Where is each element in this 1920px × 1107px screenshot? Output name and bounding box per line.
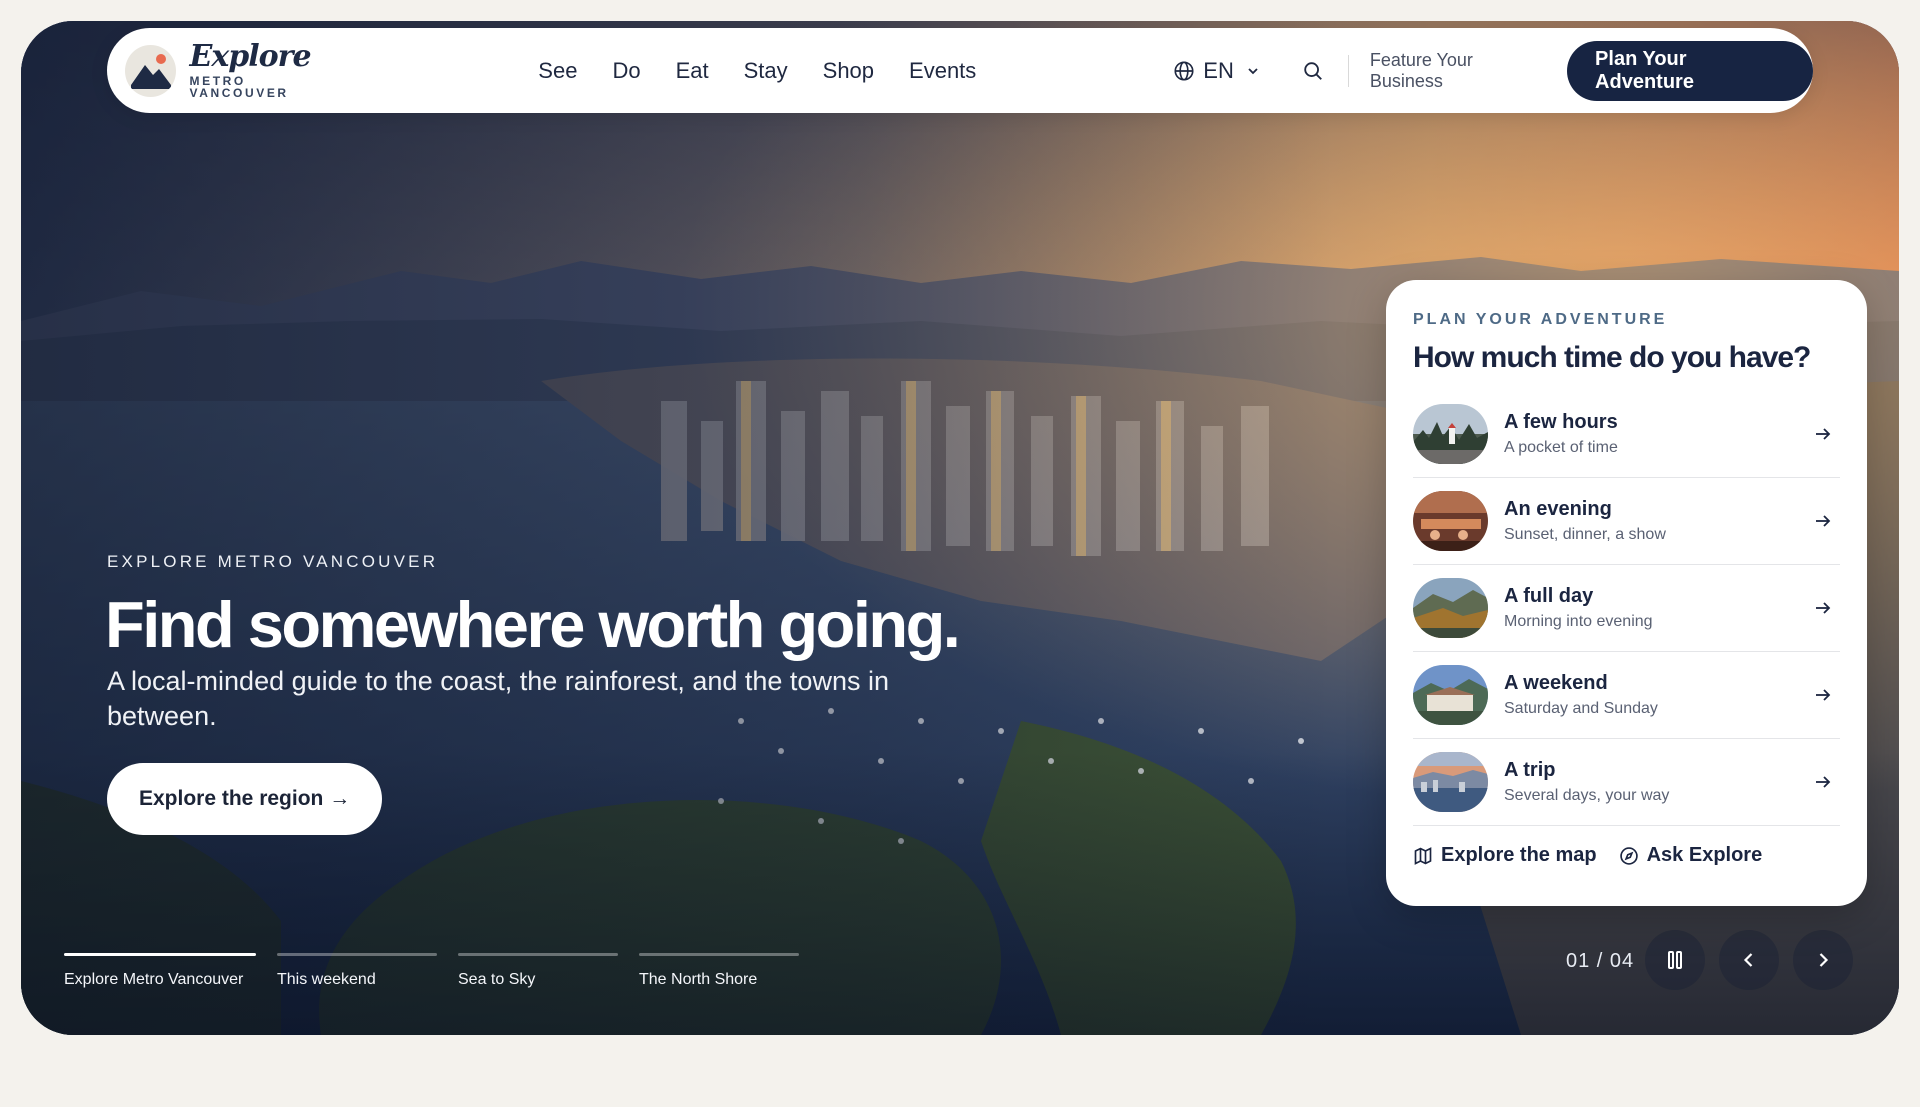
brand-tagline: METRO VANCOUVER [189,74,289,100]
option-evening[interactable]: An evening Sunset, dinner, a show [1413,478,1840,565]
primary-menu: See Do Eat Stay Shop Events [538,58,1011,84]
option-thumbnail [1413,404,1488,464]
arrow-right-icon [1816,515,1831,527]
arrow-right-icon [1816,602,1831,614]
option-thumbnail [1413,491,1488,551]
arrow-right-icon [1816,689,1831,701]
slide-tab-label: Explore Metro Vancouver [64,971,244,988]
globe-icon [1174,60,1194,81]
option-title: A weekend [1504,672,1608,694]
mountain-logo-icon [125,44,176,97]
pause-button[interactable] [1645,930,1705,990]
option-title: A full day [1504,585,1594,607]
option-subtitle: Morning into evening [1504,613,1653,630]
slide-tab-north-shore[interactable]: The North Shore [639,953,799,989]
slide-tab-label: This weekend [277,971,376,988]
search-icon [1304,61,1322,80]
option-subtitle: Sunset, dinner, a show [1504,526,1666,543]
hero-subline: A local-minded guide to the coast, the r… [107,666,889,731]
slide-progress-bar [64,953,256,956]
slide-progress-bar [458,953,618,956]
trip-planner-card: PLAN YOUR ADVENTURE How much time do you… [1386,280,1867,906]
option-thumbnail [1413,578,1488,638]
ask-explore-label: Ask Explore [1646,844,1763,866]
explore-map-label: Explore the map [1441,844,1597,866]
slide-tab-explore-metro-vancouver[interactable]: Explore Metro Vancouver [64,953,256,989]
slide-progress-bar [277,953,437,956]
option-trip[interactable]: A trip Several days, your way [1413,739,1840,826]
slide-tab-label: Sea to Sky [458,971,536,988]
option-weekend[interactable]: A weekend Saturday and Sunday [1413,652,1840,739]
top-navigation: Explore METRO VANCOUVER See Do Eat Stay … [107,28,1813,113]
nav-link-shop[interactable]: Shop [823,58,874,84]
nav-divider [1347,54,1349,87]
slide-tab-label: The North Shore [639,971,758,988]
explore-map-link[interactable]: Explore the map [1413,844,1597,867]
language-selector[interactable]: EN [1173,58,1260,84]
slide-tab-this-weekend[interactable]: This weekend [277,953,437,989]
nav-link-eat[interactable]: Eat [676,58,709,84]
nav-link-events[interactable]: Events [909,58,976,84]
planner-title: How much time do you have? [1413,341,1811,374]
planner-footer: Explore the map Ask Explore [1413,844,1840,867]
previous-slide-button[interactable] [1719,930,1779,990]
chevron-left-icon [1743,953,1753,967]
option-subtitle: Several days, your way [1504,787,1670,804]
arrow-right-icon [1816,776,1831,788]
hero-carousel: Explore METRO VANCOUVER See Do Eat Stay … [21,21,1899,1035]
slide-counter: 01 / 04 [1566,950,1635,972]
hero-headline: Find somewhere worth going. [105,588,961,661]
explore-region-button[interactable]: Explore the region → [107,763,383,835]
ask-explore-link[interactable]: Ask Explore [1619,844,1763,867]
nav-link-do[interactable]: Do [612,58,640,84]
chevron-right-icon [1819,953,1829,967]
option-subtitle: A pocket of time [1504,439,1618,456]
option-full-day[interactable]: A full day Morning into evening [1413,565,1840,652]
search-button[interactable] [1302,60,1324,82]
nav-link-see[interactable]: See [538,58,577,84]
plan-adventure-button[interactable]: Plan Your Adventure [1567,40,1813,101]
duration-options: A few hours A pocket of time An evening … [1413,391,1840,826]
option-thumbnail [1413,665,1488,725]
map-icon [1414,846,1432,865]
compass-icon [1619,846,1638,865]
option-thumbnail [1413,752,1488,812]
chevron-down-icon [1248,67,1258,74]
nav-link-stay[interactable]: Stay [744,58,788,84]
option-few-hours[interactable]: A few hours A pocket of time [1413,391,1840,478]
option-title: A few hours [1504,411,1618,433]
next-slide-button[interactable] [1793,930,1853,990]
language-label: EN [1203,57,1234,83]
brand-logo[interactable]: Explore METRO VANCOUVER [125,42,346,99]
slide-tab-sea-to-sky[interactable]: Sea to Sky [458,953,618,989]
brand-name: Explore [189,39,312,74]
pause-icon [1668,951,1682,969]
slide-tabs: Explore Metro Vancouver This weekend Sea… [64,953,820,989]
slide-progress-bar [639,953,799,956]
planner-eyebrow: PLAN YOUR ADVENTURE [1413,311,1668,328]
hero-eyebrow: EXPLORE METRO VANCOUVER [107,552,439,571]
arrow-right-icon [1816,428,1831,440]
option-title: A trip [1504,759,1556,781]
option-subtitle: Saturday and Sunday [1504,700,1658,717]
feature-business-link[interactable]: Feature Your Business [1370,50,1546,92]
option-title: An evening [1504,498,1612,520]
